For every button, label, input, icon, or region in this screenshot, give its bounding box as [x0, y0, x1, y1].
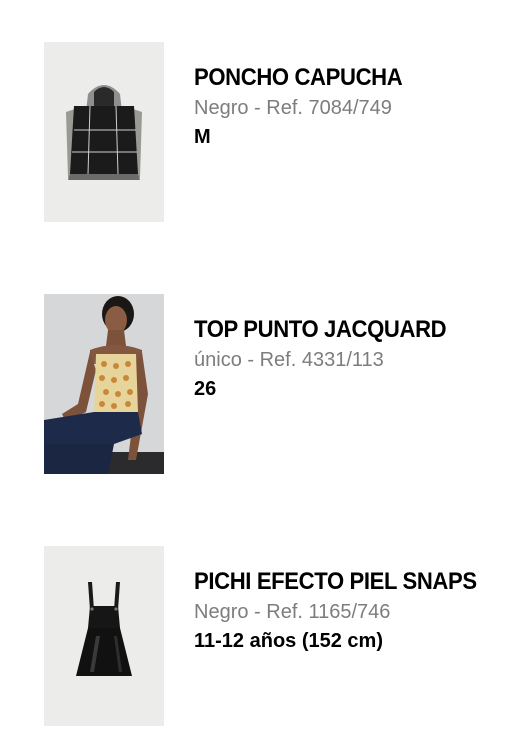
item-name[interactable]: TOP PUNTO JACQUARD — [194, 316, 488, 344]
model-wearing-top-image[interactable] — [44, 294, 164, 474]
pinafore-dress-image[interactable] — [44, 546, 164, 726]
item-size: M — [194, 126, 211, 148]
item-size: 26 — [194, 378, 217, 400]
order-item[interactable]: TOP PUNTO JACQUARD único - Ref. 4331/113… — [44, 294, 508, 474]
item-name[interactable]: PICHI EFECTO PIEL SNAPS — [194, 568, 488, 596]
order-item[interactable]: PICHI EFECTO PIEL SNAPS Negro - Ref. 116… — [44, 546, 508, 726]
item-size: 11-12 años (152 cm) — [194, 630, 383, 652]
poncho-product-image[interactable] — [44, 42, 164, 222]
item-variant: Negro - Ref. 7084/749 — [194, 97, 392, 119]
item-variant: Negro - Ref. 1165/746 — [194, 601, 391, 623]
item-variant: único - Ref. 4331/113 — [194, 349, 384, 371]
order-item[interactable]: PONCHO CAPUCHA Negro - Ref. 7084/749 M — [44, 42, 508, 222]
item-name[interactable]: PONCHO CAPUCHA — [194, 64, 488, 92]
